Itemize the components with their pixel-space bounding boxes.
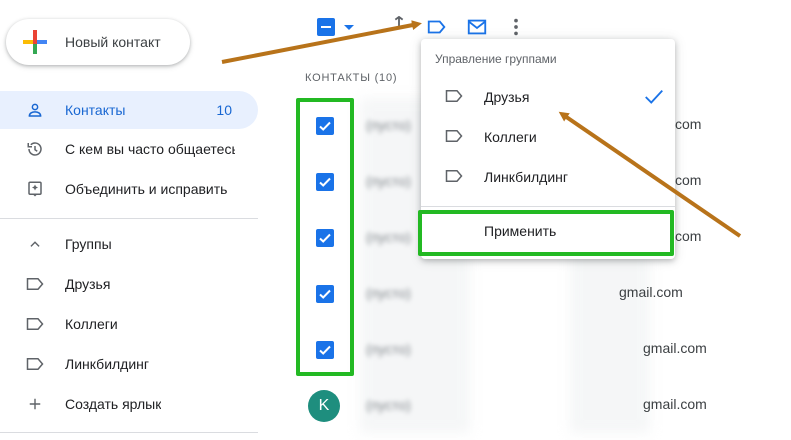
annotation-arrows [221, 20, 742, 238]
arrow-to-friends-option [558, 111, 742, 238]
arrow-to-label-icon [221, 20, 422, 64]
